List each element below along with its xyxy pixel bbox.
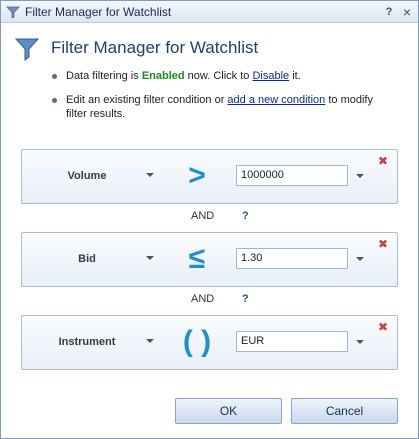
- title-bar[interactable]: Filter Manager for Watchlist ? ×: [1, 1, 418, 23]
- window-title: Filter Manager for Watchlist: [25, 5, 172, 19]
- chevron-down-icon[interactable]: [146, 173, 154, 177]
- remove-condition-icon[interactable]: ✖: [378, 320, 388, 334]
- remove-condition-icon[interactable]: ✖: [378, 154, 388, 168]
- status-middle: now. Click to: [184, 70, 253, 82]
- cancel-button[interactable]: Cancel: [291, 398, 398, 424]
- hint-prefix: Edit an existing filter condition or: [66, 94, 228, 106]
- logic-operator[interactable]: AND: [191, 293, 214, 305]
- operator-selector[interactable]: ( ): [177, 322, 217, 362]
- hint-suffix: to modify: [325, 94, 373, 106]
- disable-link[interactable]: Disable: [252, 70, 289, 82]
- help-icon[interactable]: ?: [381, 4, 397, 20]
- bullet-icon: [52, 74, 57, 79]
- field-selector[interactable]: Bid: [42, 253, 132, 265]
- value-input[interactable]: 1.30: [236, 248, 348, 269]
- filter-status-line: Data filtering is Enabled now. Click to …: [66, 70, 301, 82]
- status-suffix: it.: [289, 70, 301, 82]
- edit-hint-line: Edit an existing filter condition or add…: [66, 94, 373, 106]
- remove-condition-icon[interactable]: ✖: [378, 237, 388, 251]
- operator-selector[interactable]: ≤: [177, 239, 217, 279]
- ok-button[interactable]: OK: [175, 398, 282, 424]
- logic-operator[interactable]: AND: [191, 210, 214, 222]
- logic-help-icon[interactable]: ?: [242, 293, 249, 305]
- page-title: Filter Manager for Watchlist: [51, 38, 259, 57]
- filter-icon: [15, 38, 39, 61]
- field-selector[interactable]: Volume: [42, 170, 132, 182]
- filter-icon: [6, 6, 20, 19]
- add-condition-link[interactable]: add a new condition: [227, 94, 325, 106]
- value-input[interactable]: EUR: [236, 331, 348, 352]
- filter-condition-row: Instrument ( ) EUR ✖: [21, 315, 398, 370]
- chevron-down-icon[interactable]: [356, 257, 364, 261]
- chevron-down-icon[interactable]: [146, 256, 154, 260]
- logic-help-icon[interactable]: ?: [242, 210, 249, 222]
- filter-manager-window: Filter Manager for Watchlist ? × Filter …: [0, 0, 419, 439]
- status-prefix: Data filtering is: [66, 70, 142, 82]
- edit-hint-line-2: filter results.: [66, 108, 126, 120]
- filter-condition-row: Bid ≤ 1.30 ✖: [21, 232, 398, 287]
- chevron-down-icon[interactable]: [356, 174, 364, 178]
- bullet-icon: [52, 98, 57, 103]
- close-icon[interactable]: ×: [399, 4, 415, 20]
- field-selector[interactable]: Instrument: [42, 336, 132, 348]
- chevron-down-icon[interactable]: [356, 340, 364, 344]
- chevron-down-icon[interactable]: [146, 339, 154, 343]
- operator-selector[interactable]: >: [177, 156, 217, 196]
- status-badge: Enabled: [141, 70, 185, 82]
- value-input[interactable]: 1000000: [236, 165, 348, 186]
- filter-condition-row: Volume > 1000000 ✖: [21, 149, 398, 204]
